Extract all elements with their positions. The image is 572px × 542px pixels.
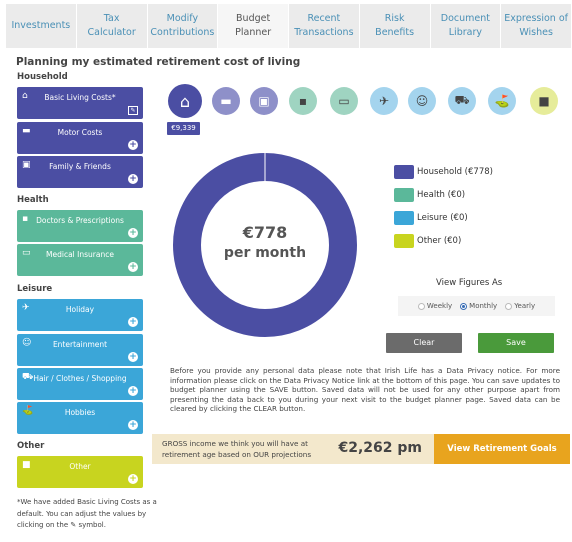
legend-label: Other (€0) [417, 236, 462, 246]
radio-label: Weekly [426, 302, 453, 310]
category-label: Entertainment [52, 340, 108, 349]
legend-label: Leisure (€0) [417, 213, 468, 223]
radio-monthly[interactable]: Monthly [460, 302, 497, 310]
page-title: Planning my estimated retirement cost of… [16, 56, 301, 68]
radio-label: Monthly [469, 302, 498, 310]
category-hobbies[interactable]: ⛳ Hobbies + [17, 402, 143, 434]
add-icon[interactable]: + [128, 352, 138, 362]
category-basic-living-costs[interactable]: ⌂ Basic Living Costs* ✎ [17, 87, 143, 119]
add-icon[interactable]: + [128, 174, 138, 184]
tab-recent-transactions[interactable]: Recent Transactions [289, 4, 360, 48]
insurance-card-icon[interactable]: ▭ [330, 87, 358, 115]
selected-total-badge: €9,339 [167, 122, 200, 135]
radio-circle[interactable] [460, 302, 468, 310]
category-motor-costs[interactable]: ▬ Motor Costs + [17, 122, 143, 154]
category-label: Doctors & Prescriptions [36, 216, 124, 225]
gift-icon[interactable]: ▣ [250, 87, 278, 115]
tab-risk-benefits[interactable]: Risk Benefits [359, 4, 431, 48]
category-family-friends[interactable]: ▣ Family & Friends + [17, 156, 143, 188]
legend-swatch [394, 188, 414, 202]
add-icon[interactable]: + [128, 317, 138, 327]
category-entertainment[interactable]: ☺ Entertainment + [17, 334, 143, 366]
radio-yearly[interactable]: Yearly [505, 302, 535, 310]
view-figures-title: View Figures As [436, 278, 503, 288]
category-label: Holiday [65, 305, 95, 314]
view-retirement-goals-button[interactable]: View Retirement Goals [434, 434, 570, 464]
data-privacy-notice: Before you provide any personal data ple… [170, 366, 560, 414]
add-icon[interactable]: + [128, 140, 138, 150]
plane-icon[interactable]: ✈ [370, 87, 398, 115]
section-leisure: Leisure [17, 284, 53, 294]
category-medical-insurance[interactable]: ▭ Medical Insurance + [17, 244, 143, 276]
home-icon[interactable]: ⌂ [168, 84, 202, 118]
category-label: Basic Living Costs* [44, 93, 116, 102]
add-icon[interactable]: + [128, 228, 138, 238]
add-icon[interactable]: + [128, 262, 138, 272]
legend-swatch [394, 211, 414, 225]
tab-label: Document Library [440, 13, 490, 38]
legend-label: Household (€778) [417, 167, 493, 177]
tab-modify-contributions[interactable]: Modify Contributions [147, 4, 219, 48]
monthly-amount: €778 [242, 223, 288, 242]
category-doctors-prescriptions[interactable]: ▪ Doctors & Prescriptions + [17, 210, 143, 242]
tab-label: Budget Planner [235, 13, 272, 38]
shopping-cart-icon[interactable]: ⛟ [448, 87, 476, 115]
tab-label: Expression of Wishes [504, 13, 568, 38]
add-icon[interactable]: + [128, 420, 138, 430]
tab-budget-planner[interactable]: Budget Planner [218, 4, 289, 48]
car-icon[interactable]: ▬ [212, 87, 240, 115]
category-hair-clothes-shopping[interactable]: ⛟ Hair / Clothes / Shopping + [17, 368, 143, 400]
category-label: Motor Costs [57, 128, 103, 137]
category-icon-row: ⌂ ▬ ▣ ▪ ▭ ✈ ☺ ⛟ ⛳ ■ [168, 84, 562, 118]
tab-label: Risk Benefits [375, 13, 415, 38]
legend-leisure: Leisure (€0) [394, 211, 468, 225]
briefcase-icon[interactable]: ■ [530, 87, 558, 115]
tab-label: Tax Calculator [87, 13, 136, 38]
tab-label: Recent Transactions [294, 13, 354, 38]
tab-label: Modify Contributions [150, 13, 215, 38]
tab-bar: Investments Tax Calculator Modify Contri… [6, 4, 572, 48]
add-icon[interactable]: + [128, 474, 138, 484]
legend-household: Household (€778) [394, 165, 493, 179]
category-label: Hair / Clothes / Shopping [33, 374, 127, 383]
clear-button[interactable]: Clear [386, 333, 462, 353]
radio-label: Yearly [514, 302, 536, 310]
tab-label: Investments [11, 20, 71, 31]
legend-other: Other (€0) [394, 234, 461, 248]
theatre-masks-icon[interactable]: ☺ [408, 87, 436, 115]
tab-expression-of-wishes[interactable]: Expression of Wishes [501, 4, 572, 48]
tab-investments[interactable]: Investments [6, 4, 77, 48]
category-holiday[interactable]: ✈ Holiday + [17, 299, 143, 331]
save-button[interactable]: Save [478, 333, 554, 353]
medical-bag-icon[interactable]: ▪ [289, 87, 317, 115]
section-household: Household [17, 72, 68, 82]
default-footnote: *We have added Basic Living Costs as a d… [17, 498, 157, 529]
section-other: Other [17, 441, 45, 451]
radio-weekly[interactable]: Weekly [417, 302, 453, 310]
edit-icon[interactable]: ✎ [128, 106, 138, 115]
tab-document-library[interactable]: Document Library [430, 4, 502, 48]
monthly-period: per month [223, 245, 307, 261]
add-icon[interactable]: + [128, 386, 138, 396]
category-other[interactable]: ■ Other + [17, 456, 143, 488]
gross-income-text: GROSS income we think you will have at r… [162, 439, 312, 459]
radio-circle[interactable] [417, 302, 425, 310]
view-figures-options: Weekly Monthly Yearly [398, 296, 555, 316]
gross-income-bar: GROSS income we think you will have at r… [152, 434, 434, 464]
category-label: Medical Insurance [46, 250, 114, 259]
radio-circle[interactable] [505, 302, 513, 310]
category-label: Family & Friends [49, 162, 111, 171]
golf-icon[interactable]: ⛳ [488, 87, 516, 115]
legend-health: Health (€0) [394, 188, 465, 202]
tab-tax-calculator[interactable]: Tax Calculator [76, 4, 148, 48]
legend-label: Health (€0) [417, 190, 466, 200]
category-label: Hobbies [64, 408, 96, 417]
legend-swatch [394, 165, 414, 179]
legend-swatch [394, 234, 414, 248]
gross-income-value: €2,262 pm [338, 440, 422, 456]
category-label: Other [69, 462, 91, 471]
section-health: Health [17, 195, 49, 205]
